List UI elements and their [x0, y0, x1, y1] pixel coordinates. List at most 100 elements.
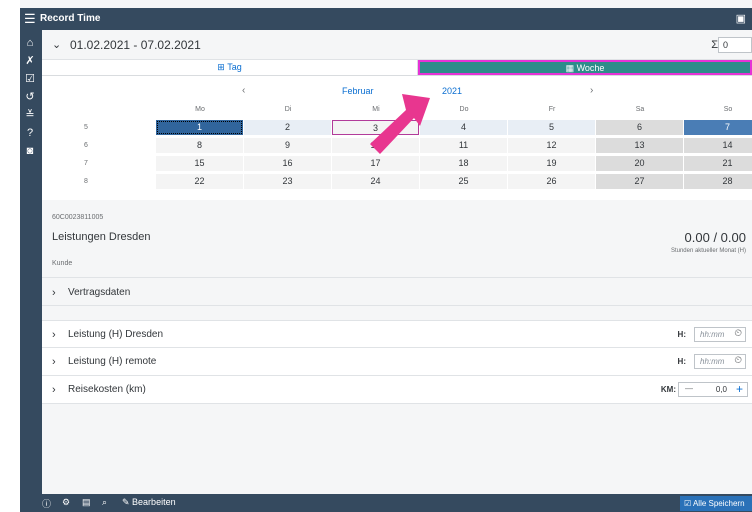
weekday-header: So — [723, 106, 733, 113]
weekday-header: Di — [284, 106, 292, 113]
chevron-right-icon: › — [52, 287, 56, 299]
hours-caption: Stunden aktueller Monat (H) — [670, 248, 746, 254]
document-icon[interactable]: ▤ — [82, 497, 91, 508]
tab-tag-label: Tag — [227, 62, 242, 72]
clock-icon[interactable]: ⏲ — [734, 328, 742, 339]
week-range: 01.02.2021 - 07.02.2021 — [70, 38, 201, 52]
chevron-right-icon: › — [52, 356, 56, 368]
calendar-day[interactable]: 23 — [244, 174, 331, 189]
edit-button[interactable]: ✎ Bearbeiten — [122, 497, 176, 508]
calendar-day[interactable]: 24 — [332, 174, 419, 189]
weekday-header: Sa — [635, 106, 645, 113]
tab-tag[interactable]: ⊞ Tag — [42, 60, 418, 75]
calendar-day[interactable]: 16 — [244, 156, 331, 171]
calendar-day[interactable]: 27 — [596, 174, 683, 189]
checkbox-icon: ☑ — [684, 499, 693, 508]
week-number: 6 — [84, 142, 88, 149]
help-icon[interactable]: ? — [23, 126, 37, 140]
plus-icon[interactable]: + — [736, 382, 743, 396]
week-header[interactable]: ⌄ 01.02.2021 - 07.02.2021 Σ 0 — [42, 30, 752, 60]
km-stepper[interactable]: — 0,0 + — [678, 382, 748, 397]
time-input-remote[interactable]: hh:mm ⏲ — [694, 354, 746, 369]
section-leistung-remote-label: Leistung (H) remote — [68, 356, 157, 367]
hours-value: 0.00 / 0.00 — [684, 230, 746, 245]
info-icon[interactable]: ⓘ — [42, 497, 51, 510]
left-margin — [0, 0, 20, 512]
save-all-label: Alle Speichern — [692, 499, 745, 508]
footer-toolbar: ⓘ ⚙ ▤ ⌕ ✎ Bearbeiten ☑ Alle Speichern — [20, 494, 752, 512]
chart-icon[interactable]: ≚ — [23, 108, 37, 122]
project-code: 60C0023811005 — [52, 214, 104, 221]
calendar-day[interactable]: 7 — [684, 120, 752, 135]
gear-icon[interactable]: ⚙ — [62, 497, 70, 508]
km-value[interactable]: 0,0 — [716, 385, 727, 394]
section-leistung-dresden[interactable]: › Leistung (H) Dresden H: hh:mm ⏲ — [42, 320, 752, 348]
time-input-dresden[interactable]: hh:mm ⏲ — [694, 327, 746, 342]
tab-woche[interactable]: ▦ Woche — [418, 60, 752, 75]
calendar-day[interactable]: 26 — [508, 174, 595, 189]
shell-header: ☰ Record Time ▣ — [20, 8, 752, 30]
run-icon[interactable]: ✗ — [23, 54, 37, 68]
side-navigation: ⌂ ✗ ☑ ↺ ≚ ? ◙ — [20, 30, 42, 494]
home-icon[interactable]: ⌂ — [23, 36, 37, 50]
project-info: 60C0023811005 Leistungen Dresden Kunde 0… — [42, 202, 752, 278]
section-vertragsdaten-label: Vertragsdaten — [68, 287, 131, 298]
section-vertragsdaten[interactable]: › Vertragsdaten — [42, 280, 752, 306]
menu-icon[interactable]: ☰ — [24, 11, 36, 27]
section-leistung-dresden-label: Leistung (H) Dresden — [68, 329, 164, 340]
app-frame: ☰ Record Time ▣ ⌂ ✗ ☑ ↺ ≚ ? ◙ ⌄ 01.02.20… — [20, 0, 752, 512]
search-icon[interactable]: ⌕ — [102, 497, 107, 508]
calendar-day[interactable]: 19 — [508, 156, 595, 171]
user-icon[interactable]: ▣ — [736, 12, 746, 25]
content-blank-area — [42, 404, 752, 494]
timesheet-icon[interactable]: ◙ — [23, 144, 37, 158]
tab-woche-label: Woche — [576, 63, 605, 73]
weekday-header: Mo — [195, 106, 205, 113]
calendar-day[interactable]: 22 — [156, 174, 243, 189]
section-leistung-remote[interactable]: › Leistung (H) remote H: hh:mm ⏲ — [42, 348, 752, 376]
week-number: 5 — [84, 124, 88, 131]
calendar-day[interactable]: 15 — [156, 156, 243, 171]
sum-field: 0 — [718, 37, 752, 53]
calendar-day[interactable]: 5 — [508, 120, 595, 135]
customer-label: Kunde — [52, 260, 73, 267]
edit-label: Bearbeiten — [132, 497, 176, 507]
calendar-day[interactable]: 20 — [596, 156, 683, 171]
section-reisekosten[interactable]: › Reisekosten (km) KM: — 0,0 + — [42, 376, 752, 404]
history-icon[interactable]: ↺ — [23, 90, 37, 104]
calendar-day[interactable]: 13 — [596, 138, 683, 153]
week-number: 8 — [84, 178, 88, 185]
calendar-day[interactable]: 1 — [156, 120, 243, 135]
pointer-arrow-annotation — [370, 94, 430, 154]
calendar-day-icon: ⊞ — [217, 62, 228, 72]
km-unit-label: KM: — [660, 385, 676, 394]
calendar-day[interactable]: 12 — [508, 138, 595, 153]
calendar-day[interactable]: 2 — [244, 120, 331, 135]
calendar-day[interactable]: 9 — [244, 138, 331, 153]
time-placeholder: hh:mm — [700, 357, 725, 366]
app-title: Record Time — [40, 13, 101, 24]
hours-unit-label: H: — [677, 357, 686, 366]
week-number: 7 — [84, 160, 88, 167]
clock-icon[interactable]: ⏲ — [734, 355, 742, 366]
next-month-button[interactable]: › — [590, 85, 593, 96]
hours-unit-label: H: — [677, 330, 686, 339]
chevron-right-icon: › — [52, 384, 56, 396]
calendar-day[interactable]: 6 — [596, 120, 683, 135]
project-name: Leistungen Dresden — [52, 231, 151, 243]
sum-icon: Σ — [711, 39, 718, 51]
calendar-day[interactable]: 14 — [684, 138, 752, 153]
chevron-down-icon[interactable]: ⌄ — [52, 38, 61, 51]
calendar-day[interactable]: 25 — [420, 174, 507, 189]
year-label[interactable]: 2021 — [442, 86, 462, 96]
minus-icon[interactable]: — — [685, 384, 693, 393]
calendar-week-icon: ▦ — [565, 63, 577, 73]
calendar-day[interactable]: 21 — [684, 156, 752, 171]
arrow-shape — [370, 94, 430, 154]
calendar-day[interactable]: 28 — [684, 174, 752, 189]
chevron-right-icon: › — [52, 329, 56, 341]
save-all-button[interactable]: ☑ Alle Speichern — [680, 496, 752, 511]
prev-month-button[interactable]: ‹ — [242, 85, 245, 96]
calendar-day[interactable]: 8 — [156, 138, 243, 153]
check-calendar-icon[interactable]: ☑ — [23, 72, 37, 86]
